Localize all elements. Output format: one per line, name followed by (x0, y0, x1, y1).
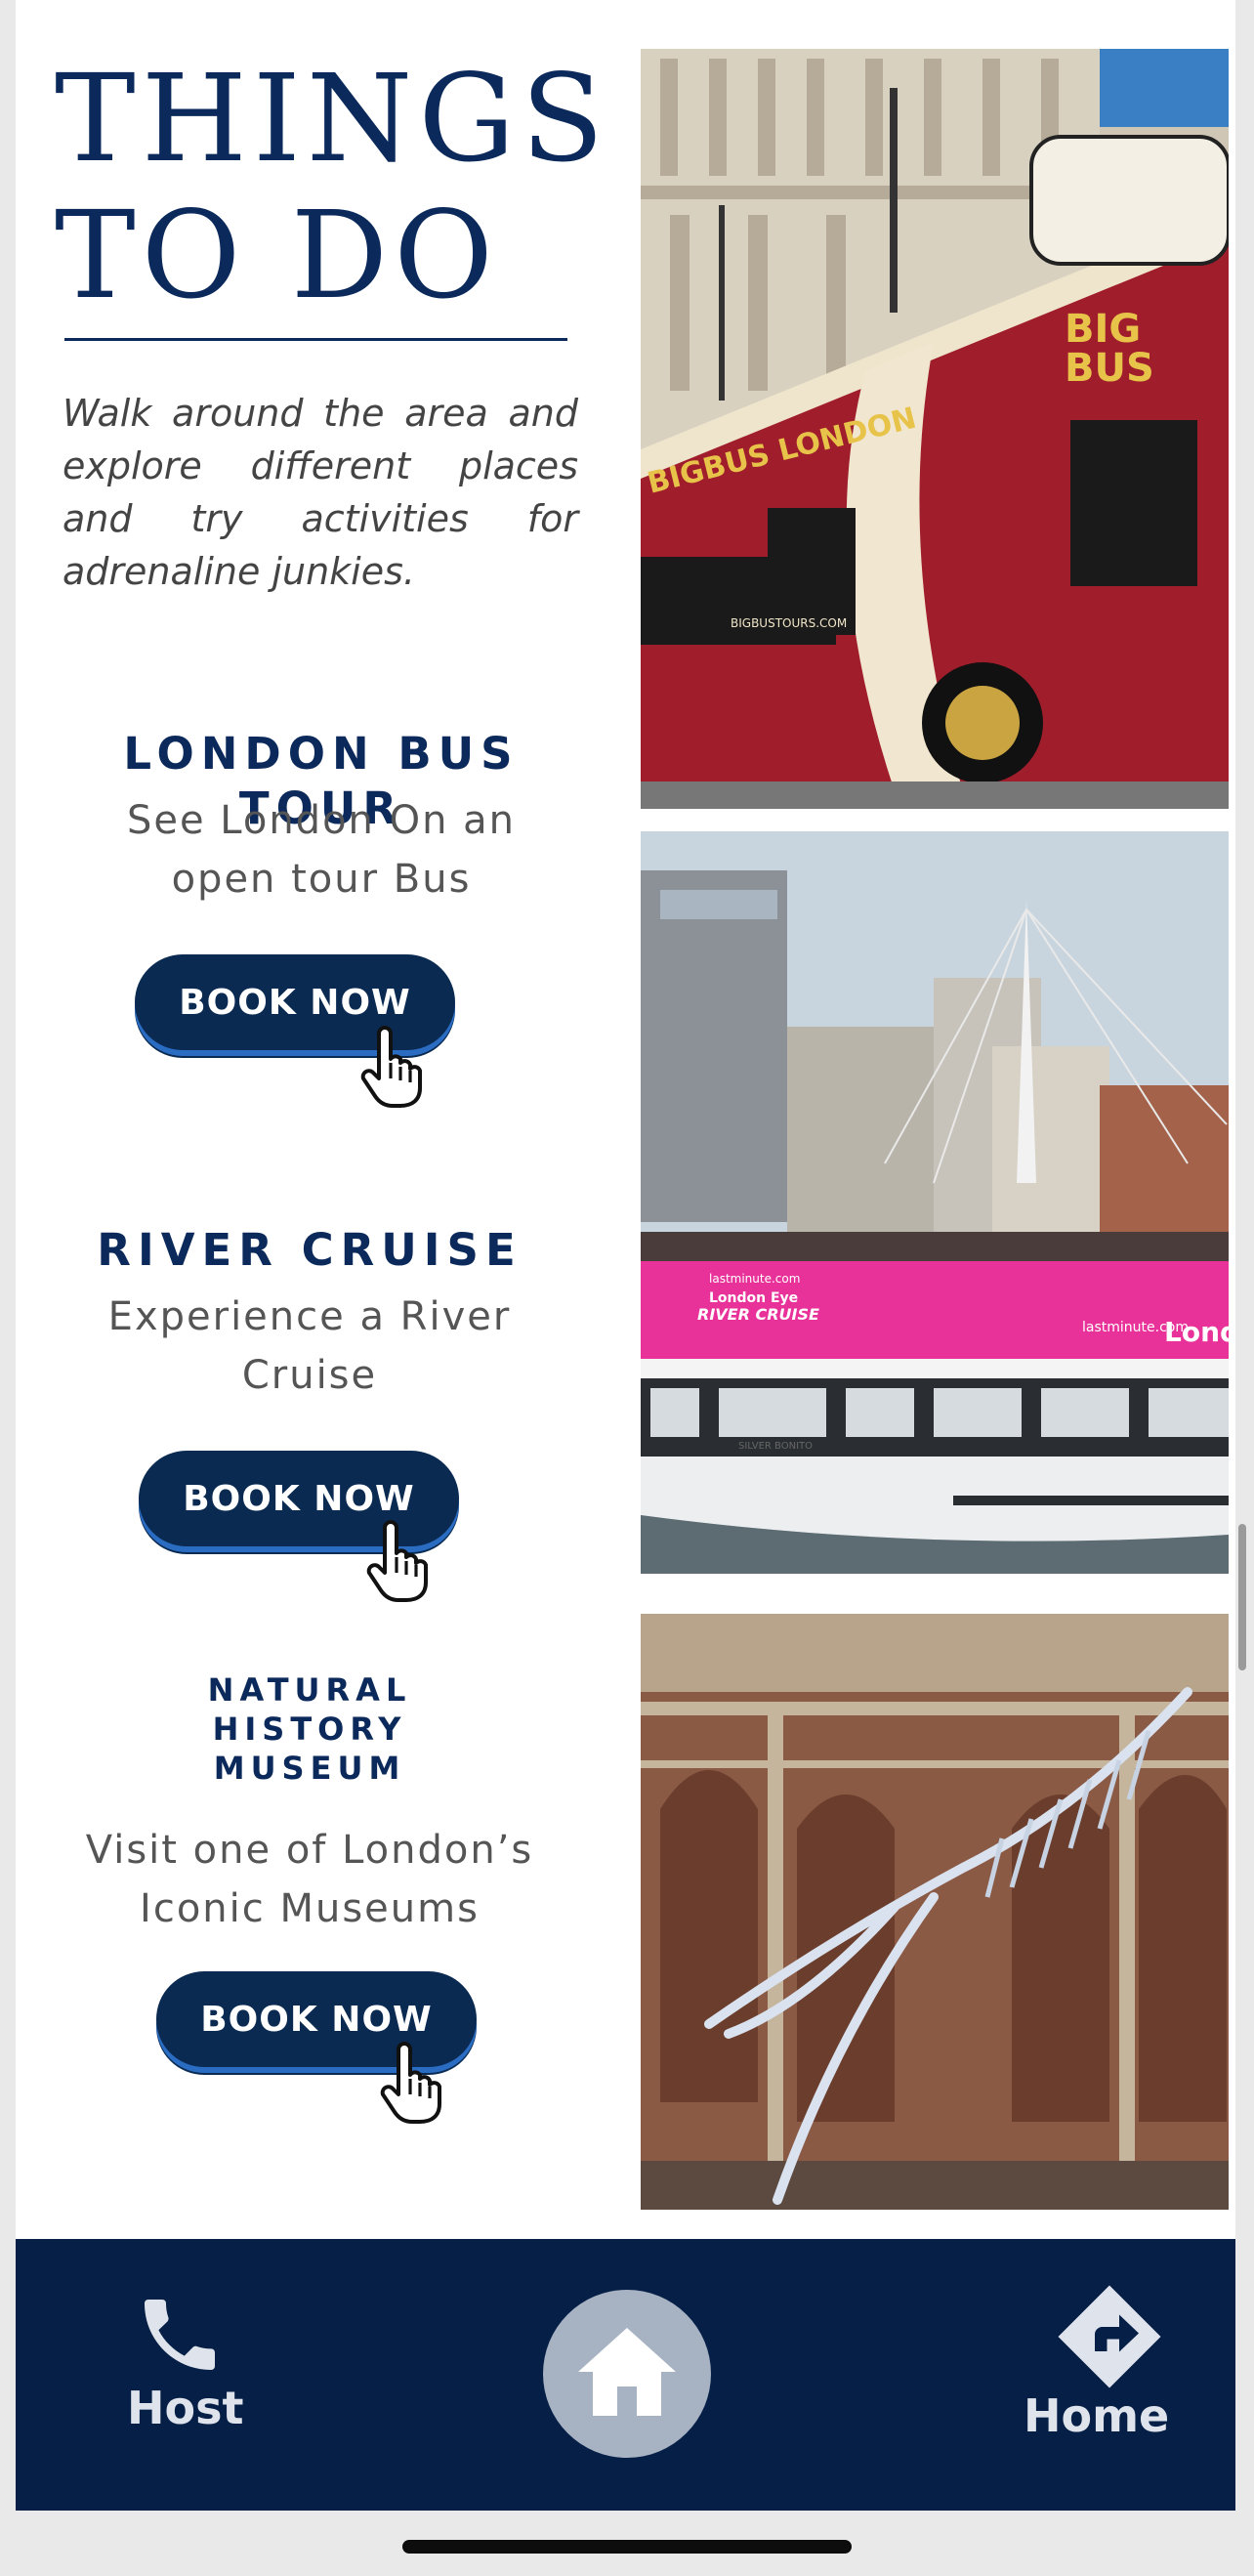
pointer-hand-icon (366, 1520, 428, 1602)
museum-photo (641, 1614, 1229, 2210)
directions-icon (1058, 2285, 1161, 2388)
activity-desc-bus-tour: See London On an open tour Bus (39, 791, 604, 908)
cruise-logo-bottom: RIVER CRUISE (697, 1305, 819, 1324)
home-directions-nav-item[interactable]: Home (1012, 2278, 1207, 2464)
content-sheet: THINGS TO DO Walk around the area and ex… (16, 0, 1235, 2239)
bottom-nav-bar: Host Home (16, 2239, 1235, 2511)
phone-icon (145, 2300, 215, 2370)
bus-logo-bus: BUS (1065, 346, 1154, 391)
page-title: THINGS TO DO (55, 51, 621, 324)
title-line-1: THINGS (55, 49, 610, 190)
bus-tour-photo: BIG BUS BIGBUS LONDON BIGBUSTOURS.COM (641, 49, 1229, 809)
pointer-hand-icon (380, 2042, 441, 2124)
intro-text: Walk around the area and explore differe… (63, 392, 578, 593)
museum-illustration (641, 1614, 1229, 2210)
cruise-boat-name: SILVER BONITO (738, 1441, 813, 1452)
home-icon (578, 2328, 676, 2416)
cruise-illustration: lastminute.com London Eye RIVER CRUISE l… (641, 831, 1229, 1574)
scrollbar-thumb[interactable] (1238, 1524, 1246, 1670)
host-nav-item[interactable]: Host (104, 2288, 270, 2454)
desc-line: open tour Bus (171, 857, 472, 902)
host-label: Host (127, 2382, 244, 2434)
cruise-logo-mid: London Eye (709, 1290, 798, 1306)
desc-line: Visit one of London’s (85, 1828, 534, 1873)
home-label: Home (1024, 2389, 1170, 2442)
title-line: NATURAL (207, 1671, 412, 1709)
title-line: HISTORY (212, 1710, 407, 1748)
bus-url-text: BIGBUSTOURS.COM (731, 616, 847, 630)
bus-illustration: BIG BUS BIGBUS LONDON BIGBUSTOURS.COM (641, 49, 1229, 809)
desc-line: Cruise (241, 1353, 378, 1398)
desc-line: Iconic Museums (140, 1886, 480, 1931)
title-divider (64, 338, 567, 341)
pointer-hand-icon (360, 1026, 422, 1108)
activity-desc-river-cruise: Experience a River Cruise (16, 1288, 604, 1405)
home-center-button[interactable] (543, 2290, 711, 2458)
desc-line: Experience a River (107, 1294, 512, 1339)
home-indicator[interactable] (402, 2540, 852, 2554)
title-line-2: TO DO (55, 186, 499, 326)
activity-title-river-cruise: RIVER CRUISE (97, 1224, 522, 1276)
activity-desc-museum: Visit one of London’s Iconic Museums (16, 1821, 604, 1938)
desc-line: See London On an (126, 798, 517, 843)
cruise-logo-top: lastminute.com (709, 1272, 800, 1286)
activity-title-museum: NATURAL HISTORY MUSEUM (16, 1670, 604, 1788)
title-line: MUSEUM (213, 1750, 406, 1787)
river-cruise-photo: lastminute.com London Eye RIVER CRUISE l… (641, 831, 1229, 1574)
cruise-side-word: London (1164, 1316, 1229, 1348)
page: THINGS TO DO Walk around the area and ex… (0, 0, 1254, 2576)
